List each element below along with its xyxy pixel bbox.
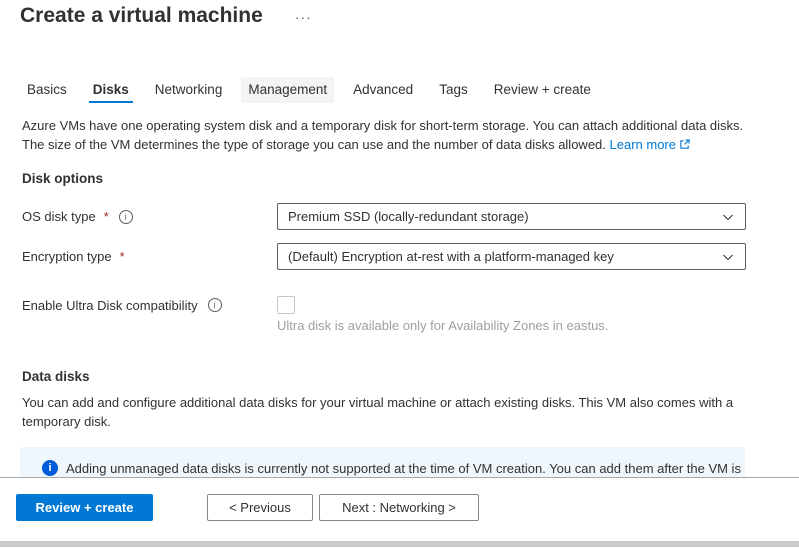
chevron-down-icon — [721, 210, 735, 224]
data-disks-heading: Data disks — [22, 369, 779, 384]
tab-networking[interactable]: Networking — [148, 77, 230, 103]
wizard-footer: Review + create < Previous Next : Networ… — [0, 477, 799, 541]
tab-basics[interactable]: Basics — [20, 77, 74, 103]
disks-intro-text: Azure VMs have one operating system disk… — [22, 116, 779, 155]
required-asterisk: * — [120, 249, 125, 264]
os-disk-info-icon[interactable]: i — [119, 210, 133, 224]
chevron-down-icon — [721, 250, 735, 264]
os-disk-type-row: OS disk type * i Premium SSD (locally-red… — [22, 203, 779, 230]
required-asterisk: * — [104, 209, 109, 224]
tab-disks[interactable]: Disks — [86, 77, 136, 103]
next-networking-button[interactable]: Next : Networking > — [319, 494, 479, 521]
intro-line-1: Azure VMs have one operating system disk… — [22, 118, 743, 133]
encryption-type-row: Encryption type * (Default) Encryption at… — [22, 243, 779, 270]
tab-tags[interactable]: Tags — [432, 77, 475, 103]
ultra-disk-info-icon[interactable]: i — [208, 298, 222, 312]
more-options-button[interactable]: ··· — [295, 9, 312, 25]
previous-button[interactable]: < Previous — [207, 494, 313, 521]
info-banner-line-1: Adding unmanaged data disks is currently… — [66, 459, 741, 478]
tab-advanced[interactable]: Advanced — [346, 77, 420, 103]
tab-review-create[interactable]: Review + create — [487, 77, 598, 103]
data-disks-line-1: You can add and configure additional dat… — [22, 393, 779, 412]
os-disk-type-value: Premium SSD (locally-redundant storage) — [288, 209, 529, 224]
ultra-disk-row: Enable Ultra Disk compatibility i Ultra … — [22, 296, 779, 333]
ultra-disk-checkbox[interactable] — [277, 296, 295, 314]
encryption-type-dropdown[interactable]: (Default) Encryption at-rest with a plat… — [277, 243, 746, 270]
external-link-icon — [679, 136, 690, 155]
tab-management[interactable]: Management — [241, 77, 334, 103]
ultra-disk-label: Enable Ultra Disk compatibility i — [22, 296, 277, 333]
learn-more-link[interactable]: Learn more — [610, 137, 690, 152]
encryption-type-label-text: Encryption type — [22, 249, 112, 264]
data-disks-description: You can add and configure additional dat… — [22, 393, 779, 431]
bottom-scrollbar-track[interactable] — [0, 541, 799, 547]
create-vm-page: Create a virtual machine ··· Basics Disk… — [0, 0, 799, 548]
encryption-type-value: (Default) Encryption at-rest with a plat… — [288, 249, 614, 264]
os-disk-type-label: OS disk type * i — [22, 203, 277, 230]
os-disk-type-dropdown[interactable]: Premium SSD (locally-redundant storage) — [277, 203, 746, 230]
learn-more-label: Learn more — [610, 137, 676, 152]
data-disks-line-2: temporary disk. — [22, 412, 779, 431]
ultra-disk-helper-text: Ultra disk is available only for Availab… — [277, 318, 779, 333]
review-create-button[interactable]: Review + create — [16, 494, 153, 521]
page-header: Create a virtual machine ··· — [0, 0, 799, 28]
encryption-type-label: Encryption type * — [22, 243, 277, 270]
disk-options-heading: Disk options — [22, 171, 779, 186]
os-disk-type-label-text: OS disk type — [22, 209, 96, 224]
page-title: Create a virtual machine — [20, 4, 263, 28]
intro-line-2: The size of the VM determines the type o… — [22, 137, 606, 152]
info-icon: i — [42, 460, 58, 476]
wizard-tabs: Basics Disks Networking Management Advan… — [20, 77, 799, 103]
ultra-disk-label-text: Enable Ultra Disk compatibility — [22, 298, 198, 313]
